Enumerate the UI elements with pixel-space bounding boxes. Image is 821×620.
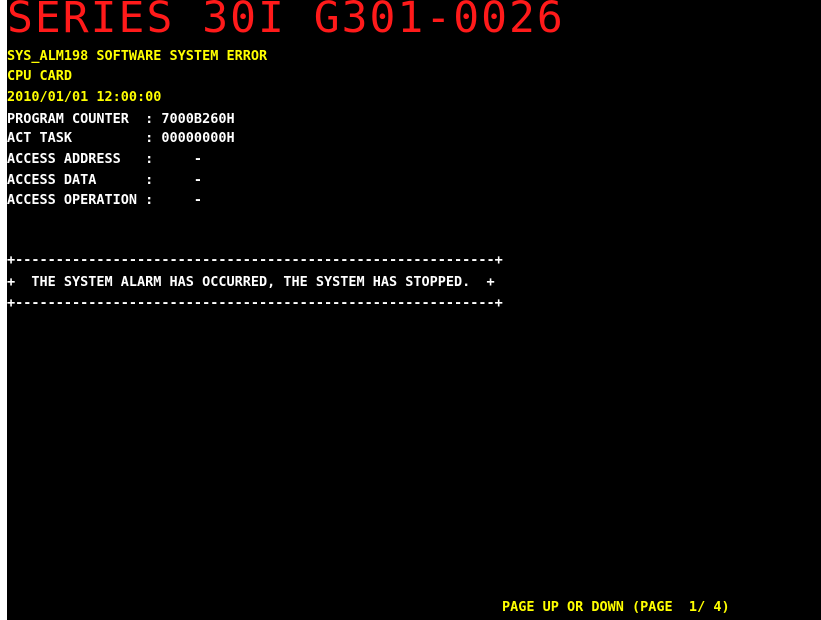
program-counter-row: PROGRAM COUNTER : 7000B260H	[7, 111, 235, 127]
page-indicator: PAGE UP OR DOWN (PAGE 1/ 4)	[502, 599, 730, 615]
act-task-row: ACT TASK : 00000000H	[7, 130, 235, 146]
page-title: SERIES 30I G301-0026	[7, 0, 565, 43]
alarm-code-line: SYS_ALM198 SOFTWARE SYSTEM ERROR	[7, 48, 268, 64]
alarm-message: + THE SYSTEM ALARM HAS OCCURRED, THE SYS…	[7, 274, 495, 290]
message-box-bottom-border: +---------------------------------------…	[7, 295, 503, 311]
system-alarm-screen: SERIES 30I G301-0026 SYS_ALM198 SOFTWARE…	[7, 0, 821, 620]
alarm-card: CPU CARD	[7, 68, 73, 84]
access-data-row: ACCESS DATA : -	[7, 172, 203, 188]
access-operation-row: ACCESS OPERATION : -	[7, 192, 203, 208]
alarm-timestamp: 2010/01/01 12:00:00	[7, 89, 162, 105]
message-box-top-border: +---------------------------------------…	[7, 252, 503, 268]
access-address-row: ACCESS ADDRESS : -	[7, 151, 203, 167]
